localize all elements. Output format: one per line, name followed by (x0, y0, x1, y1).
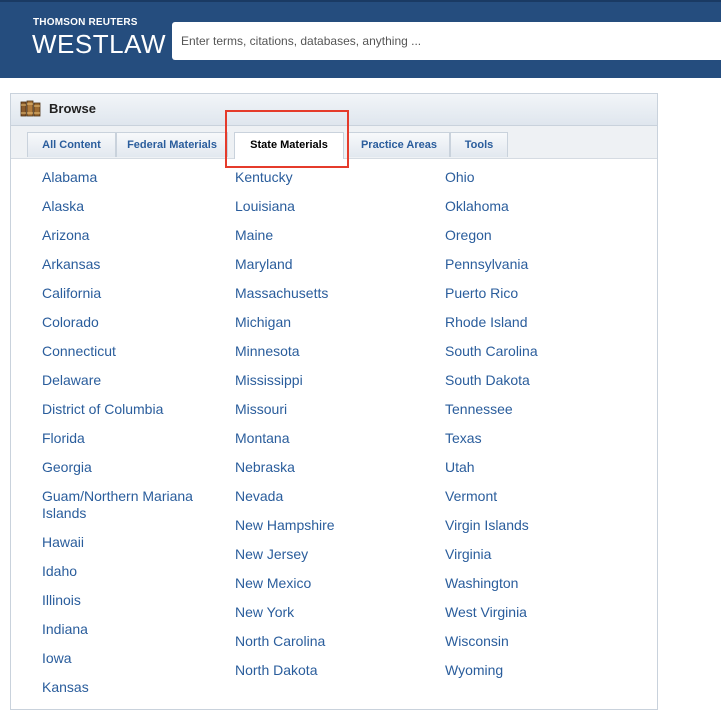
books-icon (20, 100, 41, 117)
tab-state-materials[interactable]: State Materials (234, 132, 344, 159)
state-link[interactable]: New Hampshire (235, 517, 425, 546)
state-column-1: Alabama Alaska Arizona Arkansas California Co… (42, 169, 222, 708)
state-link[interactable]: Indiana (42, 621, 222, 650)
state-link[interactable]: Ohio (445, 169, 635, 198)
state-link[interactable]: California (42, 285, 222, 314)
browse-title: Browse (49, 101, 96, 116)
tab-tools[interactable]: Tools (450, 132, 508, 157)
header-bar: THOMSON REUTERS WESTLAW (0, 0, 721, 78)
state-link[interactable]: North Dakota (235, 662, 425, 691)
state-link[interactable]: Kentucky (235, 169, 425, 198)
state-link[interactable]: Iowa (42, 650, 222, 679)
state-link[interactable]: Colorado (42, 314, 222, 343)
state-link[interactable]: Utah (445, 459, 635, 488)
state-link[interactable]: Arkansas (42, 256, 222, 285)
state-link[interactable]: Mississippi (235, 372, 425, 401)
state-link[interactable]: Nebraska (235, 459, 425, 488)
state-link[interactable]: District of Columbia (42, 401, 222, 430)
state-link[interactable]: Delaware (42, 372, 222, 401)
state-link[interactable]: Wisconsin (445, 633, 635, 662)
brand-logo[interactable]: WESTLAW (32, 29, 166, 60)
state-link[interactable]: Vermont (445, 488, 635, 517)
search-input[interactable] (172, 22, 721, 60)
state-column-2: Kentucky Louisiana Maine Maryland Massachuse… (235, 169, 425, 691)
state-link[interactable]: Washington (445, 575, 635, 604)
state-link[interactable]: Virgin Islands (445, 517, 635, 546)
state-link[interactable]: Idaho (42, 563, 222, 592)
state-link[interactable]: Minnesota (235, 343, 425, 372)
state-link[interactable]: Michigan (235, 314, 425, 343)
state-link[interactable]: Alabama (42, 169, 222, 198)
state-link[interactable]: Texas (445, 430, 635, 459)
state-link[interactable]: Illinois (42, 592, 222, 621)
state-link[interactable]: New Mexico (235, 575, 425, 604)
state-column-3: Ohio Oklahoma Oregon Pennsylvania Puerto Ric… (445, 169, 635, 691)
state-link[interactable]: Connecticut (42, 343, 222, 372)
state-link[interactable]: Tennessee (445, 401, 635, 430)
state-link[interactable]: Oklahoma (445, 198, 635, 227)
state-link[interactable]: Georgia (42, 459, 222, 488)
state-link[interactable]: Alaska (42, 198, 222, 227)
state-link[interactable]: Montana (235, 430, 425, 459)
state-link[interactable]: Wyoming (445, 662, 635, 691)
state-link[interactable]: New York (235, 604, 425, 633)
state-link[interactable]: North Carolina (235, 633, 425, 662)
state-link[interactable]: Massachusetts (235, 285, 425, 314)
state-link[interactable]: Maine (235, 227, 425, 256)
state-link[interactable]: West Virginia (445, 604, 635, 633)
state-link[interactable]: Puerto Rico (445, 285, 635, 314)
state-link[interactable]: Louisiana (235, 198, 425, 227)
state-link[interactable]: Florida (42, 430, 222, 459)
state-link[interactable]: Pennsylvania (445, 256, 635, 285)
state-link[interactable]: Guam/Northern Mariana Islands (42, 488, 222, 534)
state-link[interactable]: Missouri (235, 401, 425, 430)
state-link[interactable]: Nevada (235, 488, 425, 517)
state-link[interactable]: Maryland (235, 256, 425, 285)
tab-all-content[interactable]: All Content (27, 132, 116, 157)
state-link[interactable]: Rhode Island (445, 314, 635, 343)
state-link[interactable]: Hawaii (42, 534, 222, 563)
state-link[interactable]: Arizona (42, 227, 222, 256)
state-link[interactable]: Oregon (445, 227, 635, 256)
brand-small-logo[interactable]: THOMSON REUTERS (33, 17, 138, 28)
state-link[interactable]: Kansas (42, 679, 222, 708)
browse-panel-header: Browse (11, 94, 657, 126)
state-link[interactable]: South Dakota (445, 372, 635, 401)
state-link[interactable]: South Carolina (445, 343, 635, 372)
state-link[interactable]: Virginia (445, 546, 635, 575)
browse-tabs: All Content Federal Materials State Mate… (11, 126, 657, 159)
tab-practice-areas[interactable]: Practice Areas (348, 132, 450, 157)
tab-federal-materials[interactable]: Federal Materials (116, 132, 228, 157)
state-link[interactable]: New Jersey (235, 546, 425, 575)
